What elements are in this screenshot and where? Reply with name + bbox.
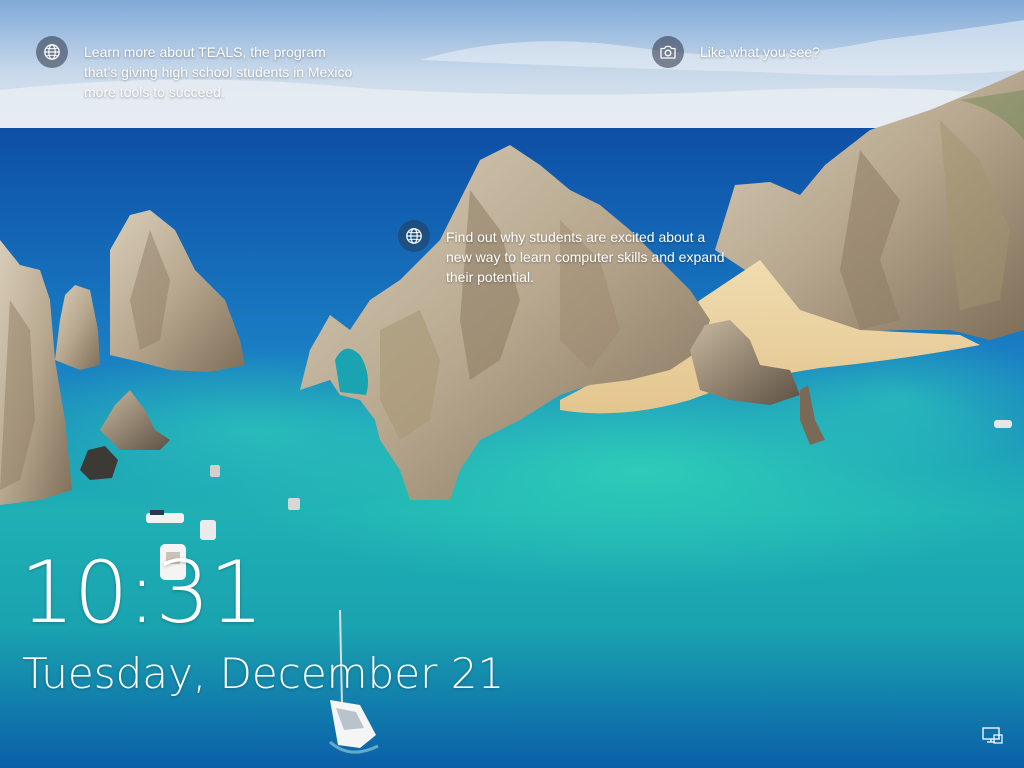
- globe-icon[interactable]: [398, 220, 430, 252]
- hotspot-teals[interactable]: Learn more about TEALS, the program that…: [36, 36, 354, 102]
- hotspot-students-text[interactable]: Find out why students are excited about …: [446, 227, 726, 287]
- like-what-you-see-text[interactable]: Like what you see?: [700, 42, 900, 62]
- globe-icon[interactable]: [36, 36, 68, 68]
- lock-screen[interactable]: Learn more about TEALS, the program that…: [0, 0, 1024, 768]
- hotspot-teals-text[interactable]: Learn more about TEALS, the program that…: [84, 42, 354, 102]
- lock-screen-date: Tuesday, December 21: [22, 649, 505, 698]
- lock-screen-clock: 10:31: [20, 543, 264, 643]
- network-icon[interactable]: [980, 726, 1004, 746]
- camera-icon[interactable]: [652, 36, 684, 68]
- like-what-you-see-button[interactable]: Like what you see?: [652, 36, 900, 68]
- hotspot-students[interactable]: Find out why students are excited about …: [398, 220, 726, 287]
